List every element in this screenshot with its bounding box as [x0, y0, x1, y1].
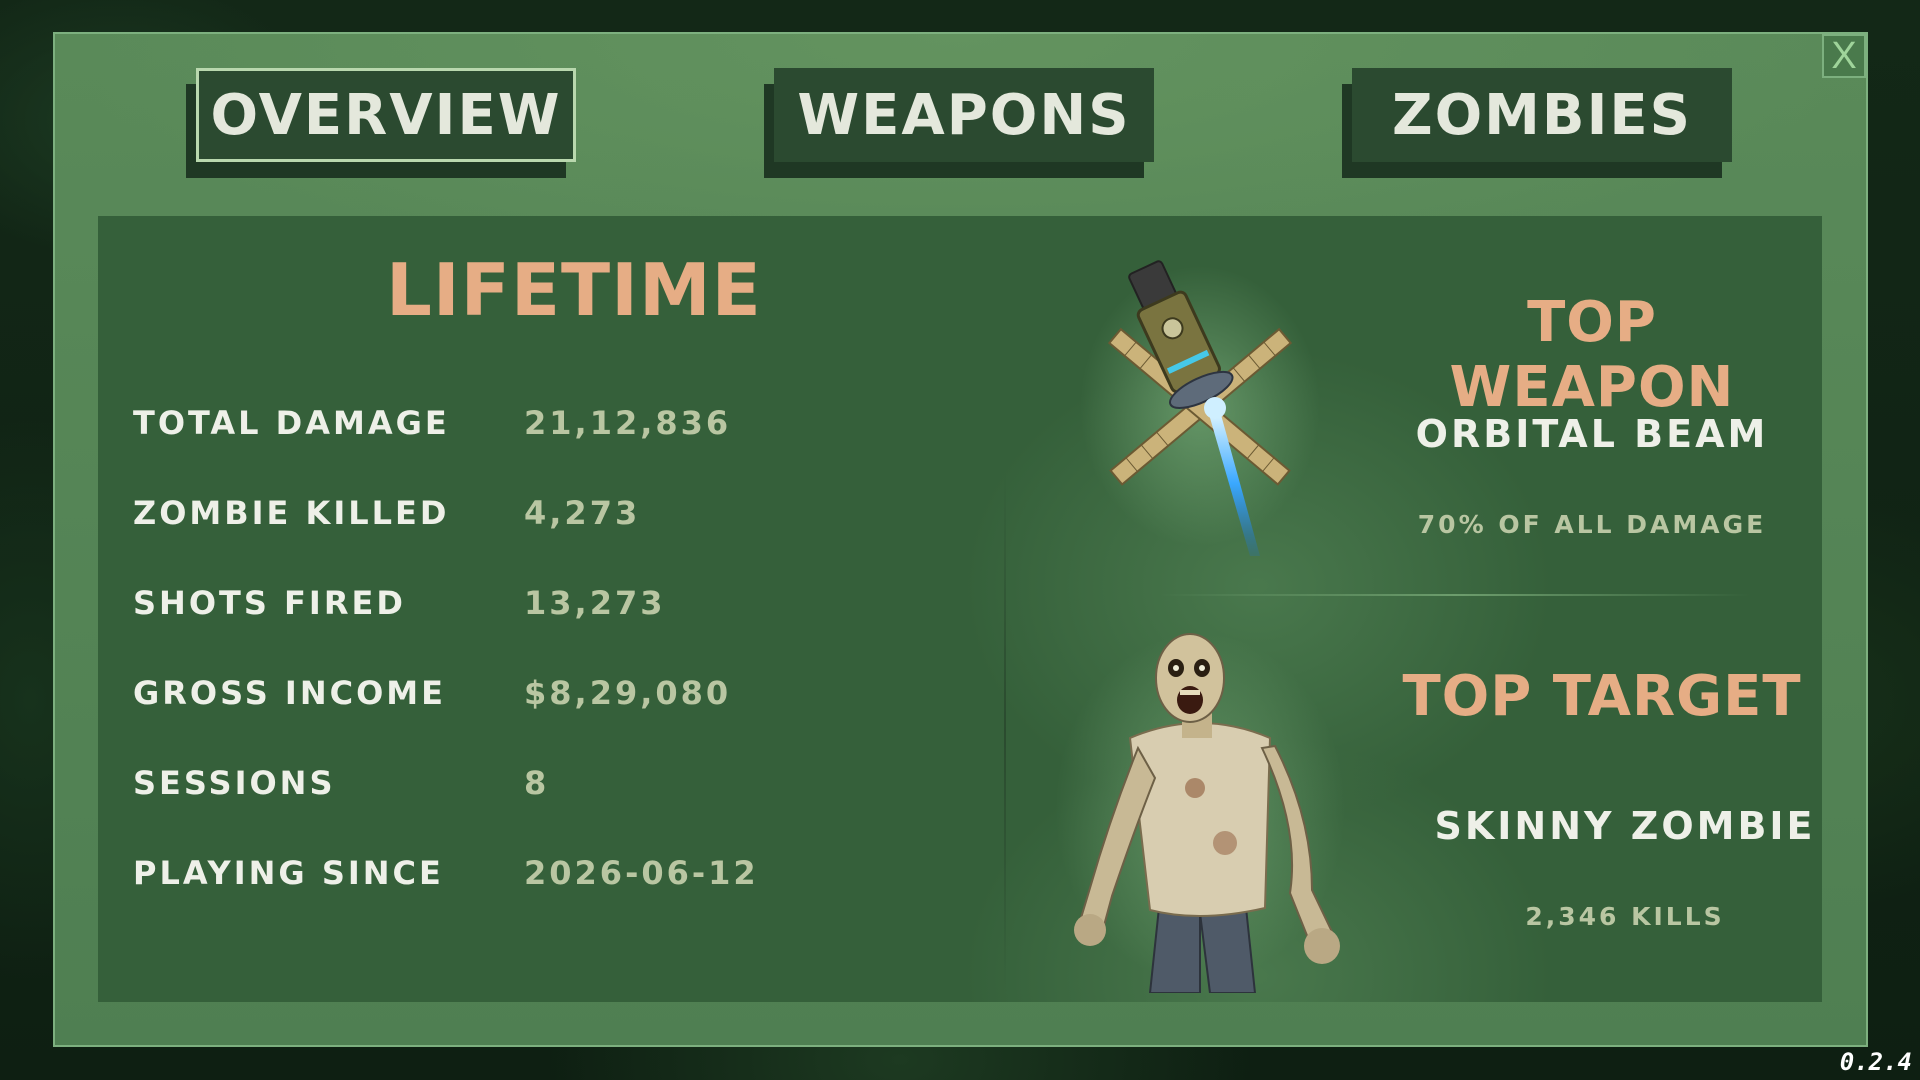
tab-overview[interactable]: OVERVIEW [196, 68, 576, 162]
top-weapon-heading: TOP WEAPON [1449, 290, 1735, 420]
stat-label-sessions: SESSIONS [133, 764, 336, 802]
version-label: 0.2.4 [1839, 1048, 1912, 1076]
top-target-name: SKINNY ZOMBIE [1434, 804, 1816, 848]
lifetime-title: LIFETIME [386, 248, 762, 332]
orbital-beam-satellite-icon [1080, 260, 1320, 556]
stat-label-playing-since: PLAYING SINCE [133, 854, 444, 892]
stat-value-gross-income: $8,29,080 [524, 674, 732, 712]
tab-weapons[interactable]: WEAPONS [774, 68, 1154, 162]
stat-value-total-damage: 21,12,836 [524, 404, 732, 442]
stat-label-total-damage: TOTAL DAMAGE [133, 404, 450, 442]
section-divider [1160, 594, 1750, 596]
stat-label-zombie-killed: ZOMBIE KILLED [133, 494, 450, 532]
stat-value-zombie-killed: 4,273 [524, 494, 641, 532]
stat-value-shots-fired: 13,273 [524, 584, 666, 622]
tab-zombies[interactable]: ZOMBIES [1352, 68, 1732, 162]
skinny-zombie-icon [1055, 633, 1345, 993]
top-target-kills: 2,346 KILLS [1525, 902, 1725, 931]
stat-label-shots-fired: SHOTS FIRED [133, 584, 406, 622]
top-weapon-damage-share: 70% OF ALL DAMAGE [1417, 510, 1767, 539]
close-button[interactable]: X [1822, 34, 1866, 78]
stat-label-gross-income: GROSS INCOME [133, 674, 446, 712]
stat-value-sessions: 8 [524, 764, 550, 802]
top-target-heading: TOP TARGET [1402, 664, 1802, 729]
top-weapon-name: ORBITAL BEAM [1415, 412, 1769, 456]
column-divider [1004, 470, 1006, 990]
stat-value-playing-since: 2026-06-12 [524, 854, 759, 892]
